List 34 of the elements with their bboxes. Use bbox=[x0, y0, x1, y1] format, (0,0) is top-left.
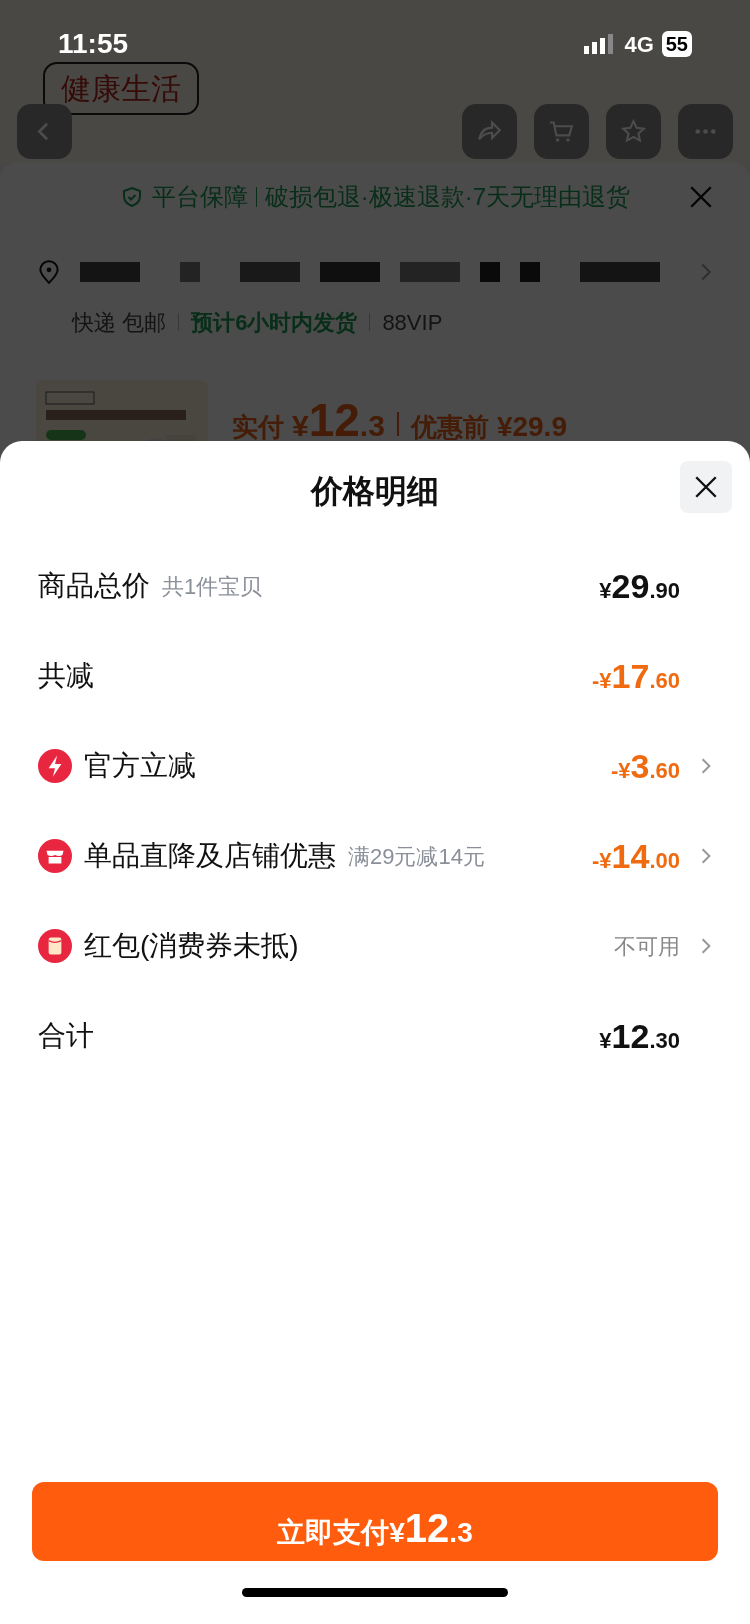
close-button[interactable] bbox=[680, 461, 732, 513]
row-amount: ¥29.90 bbox=[599, 565, 680, 607]
close-icon bbox=[693, 474, 719, 500]
row-label: 共减 bbox=[38, 659, 94, 693]
row-label: 单品直降及店铺优惠 bbox=[84, 839, 336, 873]
chevron-right-icon[interactable] bbox=[700, 757, 712, 775]
battery-level: 55 bbox=[661, 31, 692, 57]
row-amount: -¥3.60 bbox=[610, 745, 680, 787]
storefront-icon bbox=[38, 839, 72, 873]
row-note: 满29元减14元 bbox=[348, 842, 485, 871]
original-price-label: 优惠前 bbox=[410, 411, 489, 444]
original-price: ¥29.9 bbox=[496, 410, 567, 444]
paid-price: ¥12.3 bbox=[292, 393, 385, 448]
row-amount: ¥12.30 bbox=[599, 1015, 680, 1057]
network-type: 4G bbox=[624, 30, 654, 59]
row-amount: -¥14.00 bbox=[592, 835, 680, 877]
row-amount: 不可用 bbox=[614, 932, 680, 961]
envelope-icon bbox=[38, 929, 72, 963]
chevron-right-icon[interactable] bbox=[700, 847, 712, 865]
row-label: 商品总价 bbox=[38, 569, 150, 603]
row-label: 合计 bbox=[38, 1019, 94, 1053]
status-time: 11:55 bbox=[58, 27, 129, 61]
sheet-title: 价格明细 bbox=[311, 472, 439, 511]
chevron-right-icon[interactable] bbox=[700, 937, 712, 955]
guarantee-label: 平台保障 bbox=[151, 182, 248, 212]
row-label: 官方立减 bbox=[84, 749, 196, 783]
guarantee-text: 破损包退·极速退款·7天无理由退货 bbox=[264, 182, 631, 212]
shipping-info: 预计6小时内发货 bbox=[191, 308, 358, 337]
pay-button[interactable]: 立即支付¥12.3 bbox=[32, 1482, 718, 1561]
row-amount: -¥17.60 bbox=[592, 655, 680, 697]
lightning-icon bbox=[38, 749, 72, 783]
row-label: 红包(消费券未抵) bbox=[84, 929, 299, 963]
row-note: 共1件宝贝 bbox=[162, 572, 263, 601]
paid-label: 实付 bbox=[232, 411, 284, 444]
